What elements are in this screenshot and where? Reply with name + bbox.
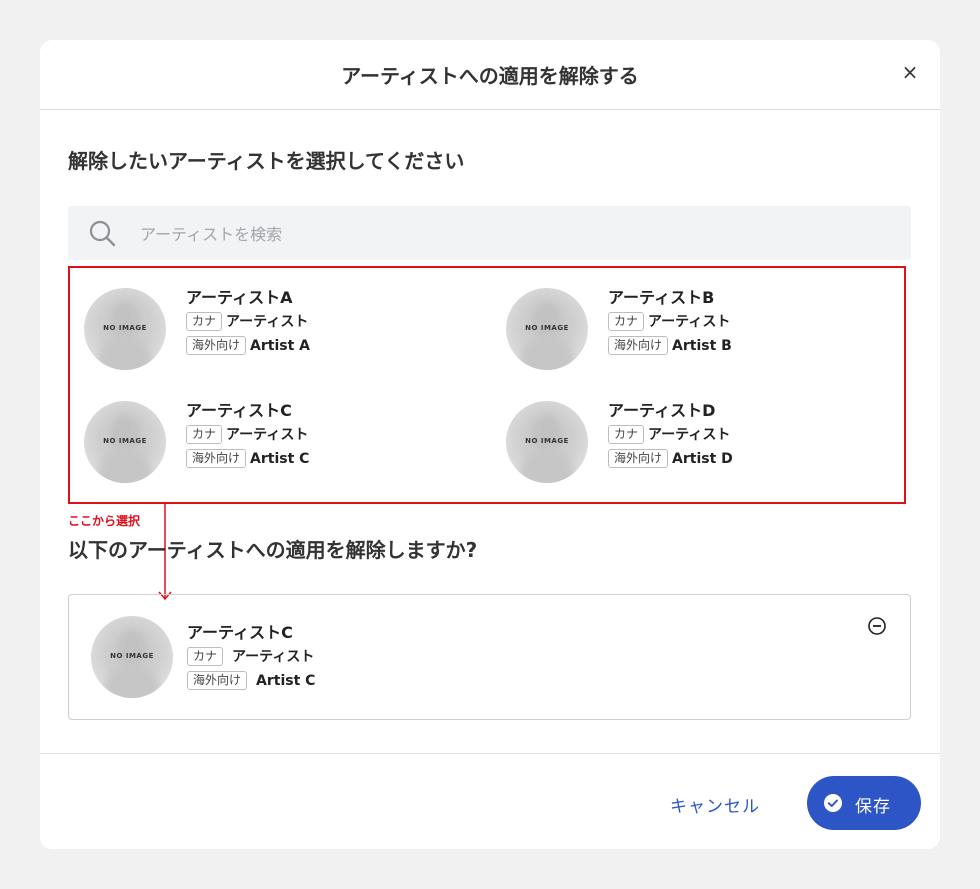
artist-name: アーティストC	[186, 401, 292, 420]
save-label: 保存	[855, 797, 891, 817]
avatar: NO IMAGE	[91, 616, 173, 698]
artist-overseas-name: Artist B	[672, 338, 732, 354]
overseas-tag: 海外向け	[608, 335, 669, 355]
search-icon	[89, 220, 116, 247]
no-image-text: NO IMAGE	[110, 652, 154, 660]
artist-card[interactable]: NO IMAGE アーティストB カナ アーティスト 海外向け Artist B	[506, 286, 906, 376]
no-image-text: NO IMAGE	[103, 324, 147, 332]
artist-card[interactable]: NO IMAGE アーティストA カナ アーティスト 海外向け Artist A	[84, 286, 484, 376]
artist-overseas-name: Artist C	[256, 673, 316, 689]
kana-tag: カナ	[187, 646, 224, 666]
avatar: NO IMAGE	[506, 288, 588, 370]
no-image-text: NO IMAGE	[103, 437, 147, 445]
modal-header: アーティストへの適用を解除する ×	[40, 40, 940, 110]
annotation-label: ここから選択	[68, 514, 141, 528]
kana-tag: カナ	[608, 424, 645, 444]
artist-name: アーティストD	[608, 401, 716, 420]
avatar: NO IMAGE	[506, 401, 588, 483]
no-image-text: NO IMAGE	[525, 437, 569, 445]
artist-overseas-name: Artist D	[672, 451, 733, 467]
footer-divider	[40, 753, 940, 754]
check-circle-icon	[824, 794, 842, 812]
artist-overseas-name: Artist A	[250, 338, 310, 354]
artist-kana: アーティスト	[648, 427, 731, 443]
artist-name: アーティストC	[187, 623, 293, 642]
selected-artist-card: NO IMAGE アーティストC カナ アーティスト 海外向け Artist C	[68, 594, 911, 720]
no-image-text: NO IMAGE	[525, 324, 569, 332]
artist-name: アーティストA	[186, 288, 293, 307]
artist-selection-area: NO IMAGE アーティストA カナ アーティスト 海外向け Artist A N…	[68, 266, 906, 504]
modal-title: アーティストへの適用を解除する	[341, 64, 639, 88]
avatar: NO IMAGE	[84, 288, 166, 370]
artist-name: アーティストB	[608, 288, 715, 307]
artist-kana: アーティスト	[648, 314, 731, 330]
avatar: NO IMAGE	[84, 401, 166, 483]
kana-tag: カナ	[186, 311, 223, 331]
minus-circle-icon[interactable]	[868, 617, 886, 635]
search-input[interactable]	[138, 220, 842, 248]
confirm-section-heading: 以下のアーティストへの適用を解除しますか?	[68, 538, 478, 562]
kana-tag: カナ	[186, 424, 223, 444]
overseas-tag: 海外向け	[186, 448, 247, 468]
artist-kana: アーティスト	[226, 314, 309, 330]
close-icon[interactable]: ×	[900, 62, 920, 82]
overseas-tag: 海外向け	[608, 448, 669, 468]
kana-tag: カナ	[608, 311, 645, 331]
artist-card[interactable]: NO IMAGE アーティストD カナ アーティスト 海外向け Artist D	[506, 399, 906, 489]
modal-dialog: アーティストへの適用を解除する × 解除したいアーティストを選択してください N…	[40, 40, 940, 849]
select-section-heading: 解除したいアーティストを選択してください	[68, 149, 465, 173]
overseas-tag: 海外向け	[186, 335, 247, 355]
artist-overseas-name: Artist C	[250, 451, 310, 467]
search-bar	[68, 206, 911, 260]
overseas-tag: 海外向け	[187, 670, 248, 690]
cancel-button[interactable]: キャンセル	[670, 792, 760, 817]
save-button[interactable]: 保存	[807, 776, 921, 830]
artist-kana: アーティスト	[232, 649, 315, 665]
artist-kana: アーティスト	[226, 427, 309, 443]
artist-card[interactable]: NO IMAGE アーティストC カナ アーティスト 海外向け Artist C	[84, 399, 484, 489]
